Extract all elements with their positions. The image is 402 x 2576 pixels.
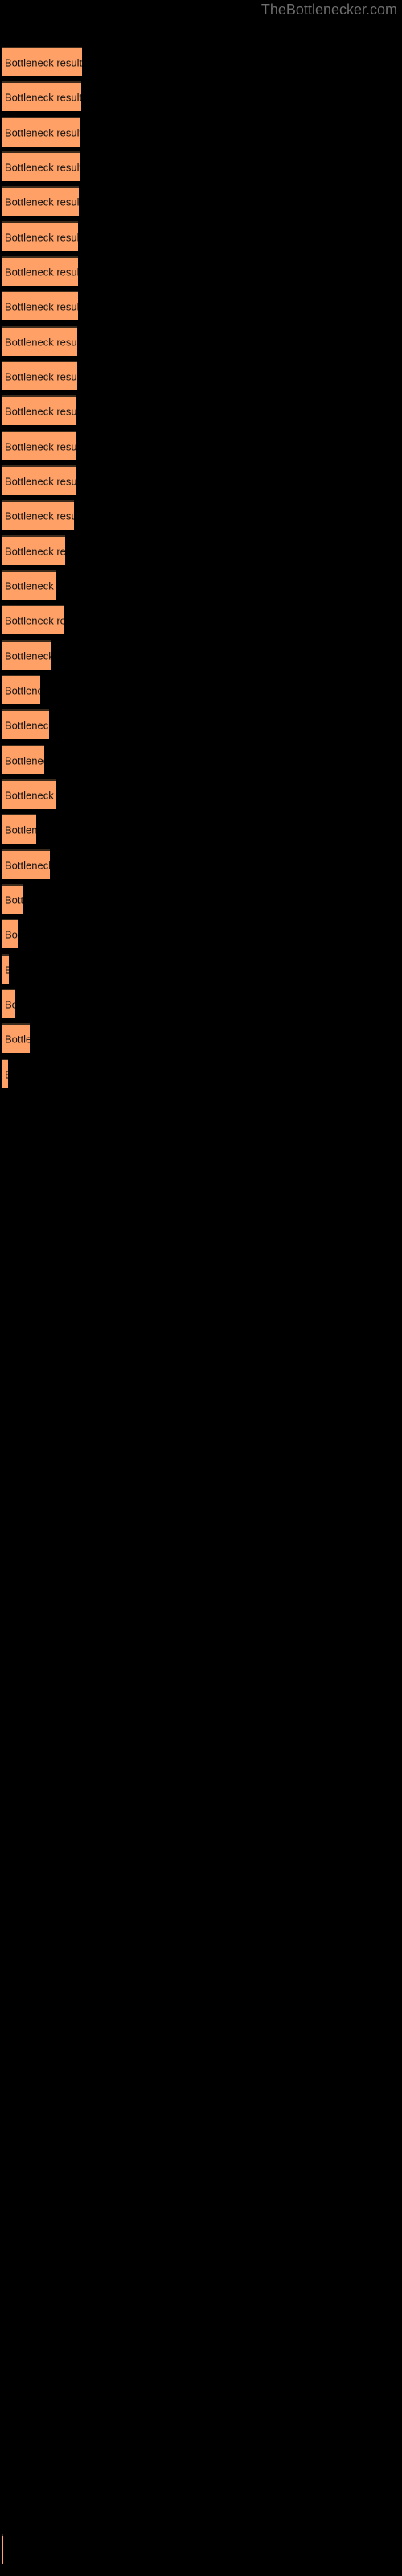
bar-rect[interactable]: Bottleneck result <box>2 465 76 495</box>
bar-label: Bottleneck result <box>5 405 76 417</box>
bar-label: Bottleneck result <box>5 440 76 452</box>
bar-label: Bottleneck result <box>5 1033 30 1045</box>
bar-label: Bottleneck result <box>5 650 51 662</box>
bar-rect[interactable]: Bottleneck result <box>2 954 9 984</box>
bar-label: Bottleneck result <box>5 91 81 103</box>
bar-rect[interactable]: Bottleneck result <box>2 605 64 634</box>
bar-rect[interactable]: Bottleneck result <box>2 256 78 286</box>
bar-label: Bottleneck result <box>5 196 79 208</box>
bar-rect[interactable]: Bottleneck result <box>2 1059 8 1088</box>
bar-rect[interactable]: Bottleneck result <box>2 814 36 844</box>
bar-label: Bottleneck result <box>5 300 78 312</box>
bar-label: Bottleneck result <box>5 510 74 522</box>
bar-rect[interactable]: Bottleneck result <box>2 1023 30 1053</box>
bar-rect[interactable]: Bottleneck result <box>2 640 51 670</box>
bar-rect[interactable]: Bottleneck result <box>2 745 44 774</box>
bar-rect[interactable]: Bottleneck result <box>2 849 50 879</box>
bottleneck-chart: TheBottlenecker.com Bottleneck result Bot… <box>0 0 402 2576</box>
bar-label: Bottleneck result <box>5 964 9 976</box>
bar-label: Bottleneck result <box>5 719 49 731</box>
bar-label: Bottleneck result <box>5 545 65 557</box>
bar-list: Bottleneck result Bottleneck result Bottle… <box>0 0 402 2576</box>
bar-label: Bottleneck result <box>5 998 15 1010</box>
bar-rect[interactable]: Bottleneck result <box>2 431 76 460</box>
bar-label: Bottleneck result <box>5 336 77 348</box>
bar-label: Bottleneck result <box>5 266 78 278</box>
bar-rect[interactable]: Bottleneck result <box>2 395 76 425</box>
bar-label: Bottleneck result <box>5 126 80 138</box>
bar-label: Bottleneck result <box>5 475 76 487</box>
bar-label: Bottleneck result <box>5 789 56 801</box>
bar-rect[interactable]: Bottleneck result <box>2 47 82 76</box>
bar-label: Bottleneck result <box>5 859 50 871</box>
bar-label: Bottleneck result <box>5 56 82 68</box>
bar-label: Bottleneck result <box>5 928 18 940</box>
bar-rect[interactable]: Bottleneck result <box>2 919 18 948</box>
bar-rect[interactable]: Bottleneck result <box>2 221 78 251</box>
bar-rect[interactable]: Bottleneck result <box>2 151 80 181</box>
bar-rect[interactable]: Bottleneck result <box>2 81 81 111</box>
bar-rect[interactable]: Bottleneck result <box>2 186 79 216</box>
bar-label: Bottleneck result <box>5 1068 8 1080</box>
bar-rect[interactable]: Bottleneck result <box>2 570 56 600</box>
bar-label: Bottleneck result <box>5 231 78 243</box>
bar-rect[interactable]: Bottleneck result <box>2 779 56 809</box>
bar-rect[interactable]: Bottleneck result <box>2 500 74 530</box>
bar-label: Bottleneck result <box>5 824 36 836</box>
bar-rect[interactable]: Bottleneck result <box>2 709 49 739</box>
bar-label: Bottleneck result <box>5 614 64 626</box>
bar-rect[interactable]: Bottleneck result <box>2 2534 3 2564</box>
bar-label: Bottleneck result <box>5 754 44 766</box>
bar-rect[interactable]: Bottleneck result <box>2 884 23 914</box>
bar-rect[interactable]: Bottleneck result <box>2 291 78 320</box>
bar-label: Bottleneck result <box>5 370 77 382</box>
bar-rect[interactable]: Bottleneck result <box>2 535 65 565</box>
bar-label: Bottleneck result <box>5 161 80 173</box>
bar-rect[interactable]: Bottleneck result <box>2 675 40 704</box>
bar-rect[interactable]: Bottleneck result <box>2 326 77 356</box>
bar-rect[interactable]: Bottleneck result <box>2 117 80 147</box>
bar-label: Bottleneck result <box>5 580 56 592</box>
bar-label: Bottleneck result <box>5 684 40 696</box>
bar-rect[interactable]: Bottleneck result <box>2 361 77 390</box>
bar-label: Bottleneck result <box>5 894 23 906</box>
bar-rect[interactable]: Bottleneck result <box>2 989 15 1018</box>
